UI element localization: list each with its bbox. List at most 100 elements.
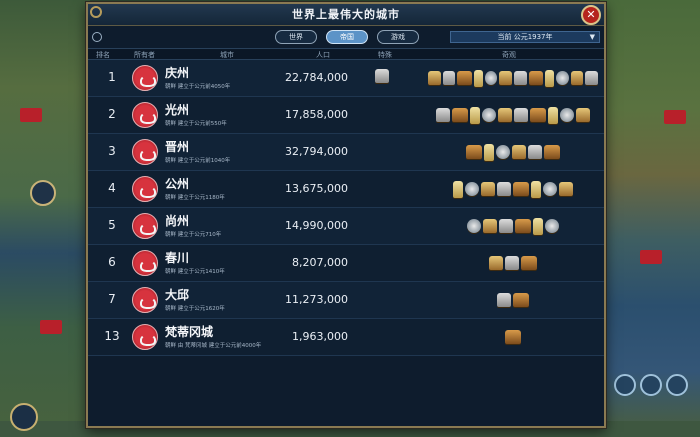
header-population[interactable]: 人口 [316, 50, 330, 60]
korea-civ-icon [132, 65, 158, 91]
wonder-icon[interactable] [483, 219, 497, 233]
population-value: 13,675,000 [285, 182, 348, 195]
table-row[interactable]: 13 梵蒂冈城 朝鲜 由 梵蒂冈城 建立于公元前4000年 1,963,000 [88, 319, 604, 356]
city-name: 尚州 [165, 214, 190, 228]
city-founded-text: 朝鲜 由 梵蒂冈城 建立于公元前4000年 [165, 343, 262, 349]
tab-game[interactable]: 游戏 [377, 30, 419, 44]
table-row[interactable]: 1 庆州 朝鲜 建立于公元前4050年 22,784,000 [88, 60, 604, 97]
population-value: 11,273,000 [285, 293, 348, 306]
table-row[interactable]: 5 尚州 朝鲜 建立于公元710年 14,990,000 [88, 208, 604, 245]
wonder-icon[interactable] [559, 182, 573, 196]
wonder-icon[interactable] [543, 182, 557, 196]
wonder-icon[interactable] [530, 108, 546, 122]
city-banner-icon[interactable] [20, 108, 42, 122]
wonder-icon[interactable] [489, 256, 503, 270]
era-dropdown-value: 当前 公元1937年 [497, 33, 553, 41]
wonder-icon[interactable] [545, 219, 559, 233]
wonder-icon[interactable] [466, 145, 482, 159]
wonder-icon[interactable] [528, 71, 544, 85]
wonder-icon[interactable] [515, 219, 531, 233]
wonder-icon[interactable] [452, 108, 468, 122]
wonder-icon[interactable] [544, 145, 560, 159]
wonder-icon[interactable] [482, 108, 496, 122]
city-list: 1 庆州 朝鲜 建立于公元前4050年 22,784,000 2 光州 朝鲜 建立于公元前5… [88, 60, 604, 356]
table-row[interactable]: 7 大邱 朝鲜 建立于公元1620年 11,273,000 [88, 282, 604, 319]
unit-action-icon[interactable] [614, 374, 636, 396]
korea-civ-icon [132, 324, 158, 350]
header-owner[interactable]: 所有者 [134, 50, 155, 60]
rank-value: 13 [104, 329, 120, 343]
wonders-list [428, 176, 598, 202]
city-name: 公州 [165, 177, 190, 191]
wonder-icon[interactable] [521, 256, 537, 270]
close-button[interactable]: ✕ [581, 5, 601, 25]
wonder-icon[interactable] [453, 180, 463, 198]
city-name: 梵蒂冈城 [165, 325, 214, 339]
wonder-icon[interactable] [473, 69, 483, 87]
settings-ring-icon[interactable] [92, 32, 102, 42]
wonder-icon[interactable] [457, 71, 472, 85]
wonder-icon[interactable] [514, 108, 528, 122]
wonder-icon[interactable] [505, 256, 519, 270]
table-row[interactable]: 2 光州 朝鲜 建立于公元前550年 17,858,000 [88, 97, 604, 134]
korea-civ-icon [132, 139, 158, 165]
table-row[interactable]: 6 春川 朝鲜 建立于公元1410年 8,207,000 [88, 245, 604, 282]
wonder-icon[interactable] [481, 182, 495, 196]
unit-action-icon[interactable] [666, 374, 688, 396]
city-banner-icon[interactable] [664, 110, 686, 124]
city-banner-icon[interactable] [640, 250, 662, 264]
wonder-icon[interactable] [570, 71, 584, 85]
wonder-icon[interactable] [436, 108, 450, 122]
population-value: 32,794,000 [285, 145, 348, 158]
wonder-icon[interactable] [497, 293, 511, 307]
unit-icon[interactable] [30, 180, 56, 206]
bottom-menu-button[interactable] [10, 403, 38, 431]
wonder-icon[interactable] [556, 71, 569, 85]
tab-world[interactable]: 世界 [275, 30, 317, 44]
header-city[interactable]: 城市 [220, 50, 234, 60]
city-founded-text: 朝鲜 建立于公元前4050年 [165, 84, 231, 90]
wonder-icon[interactable] [427, 71, 441, 85]
korea-civ-icon [132, 102, 158, 128]
wonder-icon[interactable] [497, 182, 511, 196]
unit-action-icon[interactable] [640, 374, 662, 396]
table-row[interactable]: 4 公州 朝鲜 建立于公元1180年 13,675,000 [88, 171, 604, 208]
wonder-icon[interactable] [470, 106, 480, 124]
wonder-icon[interactable] [484, 143, 494, 161]
wonder-icon[interactable] [533, 217, 543, 235]
special-project-icon[interactable] [375, 69, 389, 83]
wonder-icon[interactable] [442, 71, 456, 85]
wonder-icon[interactable] [531, 180, 541, 198]
era-dropdown[interactable]: 当前 公元1937年 ▼ [450, 31, 600, 43]
wonder-icon[interactable] [545, 69, 555, 87]
population-value: 17,858,000 [285, 108, 348, 121]
wonder-icon[interactable] [499, 71, 512, 85]
header-special[interactable]: 特殊 [378, 50, 392, 60]
wonder-icon[interactable] [467, 219, 481, 233]
header-wonders[interactable]: 奇观 [502, 50, 516, 60]
city-founded-text: 朝鲜 建立于公元1410年 [165, 269, 225, 275]
wonder-icon[interactable] [528, 145, 542, 159]
wonder-icon[interactable] [496, 145, 510, 159]
wonder-icon[interactable] [498, 108, 512, 122]
tab-empire[interactable]: 帝国 [326, 30, 368, 44]
table-row[interactable]: 3 晋州 朝鲜 建立于公元前1040年 32,794,000 [88, 134, 604, 171]
city-banner-icon[interactable] [40, 320, 62, 334]
wonder-icon[interactable] [576, 108, 590, 122]
korea-civ-icon [132, 213, 158, 239]
header-rank[interactable]: 排名 [96, 50, 110, 60]
city-name: 庆州 [165, 66, 190, 80]
wonder-icon[interactable] [513, 182, 529, 196]
wonder-icon[interactable] [514, 71, 527, 85]
wonder-icon[interactable] [560, 108, 574, 122]
wonder-icon[interactable] [548, 106, 558, 124]
wonder-icon[interactable] [484, 71, 498, 85]
wonder-icon[interactable] [512, 145, 526, 159]
wonder-icon[interactable] [513, 293, 529, 307]
city-name: 春川 [165, 251, 190, 265]
wonder-icon[interactable] [465, 182, 479, 196]
rank-value: 6 [108, 255, 116, 269]
wonder-icon[interactable] [585, 71, 599, 85]
wonder-icon[interactable] [499, 219, 513, 233]
wonder-icon[interactable] [505, 330, 521, 344]
